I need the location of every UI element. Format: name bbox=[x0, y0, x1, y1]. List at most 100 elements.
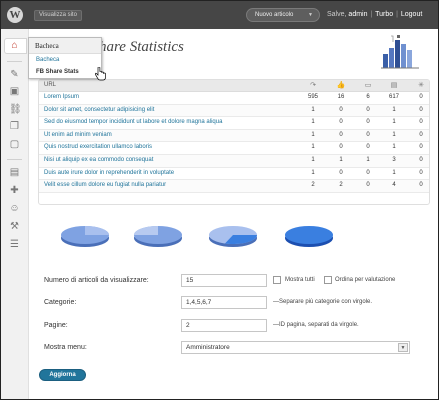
row-value: 1 bbox=[392, 144, 396, 151]
comments-icon[interactable]: ▢ bbox=[9, 139, 20, 150]
admin-sidebar bbox=[1, 29, 29, 399]
order-by-rating-checkbox[interactable] bbox=[324, 276, 332, 284]
row-value: 0 bbox=[366, 106, 370, 113]
flyout-item-dashboard[interactable]: Bacheca bbox=[29, 54, 101, 66]
row-value: 1 bbox=[392, 119, 396, 126]
users-icon[interactable]: ☺ bbox=[9, 203, 20, 214]
row-value: 2 bbox=[339, 182, 343, 189]
row-value: 1 bbox=[311, 131, 315, 138]
posts-pin-icon[interactable]: ✎ bbox=[9, 69, 20, 80]
row-value: 16 bbox=[337, 94, 345, 100]
pages-label: Pagine: bbox=[44, 322, 68, 329]
row-value: 0 bbox=[419, 169, 423, 176]
pie-chart-likes bbox=[134, 226, 182, 247]
row-value: 1 bbox=[392, 131, 396, 138]
click-icon[interactable]: ✳ bbox=[416, 81, 426, 91]
row-value: 0 bbox=[366, 169, 370, 176]
table-row: Duis aute irure dolor in reprehenderit i… bbox=[39, 168, 429, 181]
row-value: 1 bbox=[392, 169, 396, 176]
row-value: 0 bbox=[339, 131, 343, 138]
table-row: Quis nostrud exercitation ullamco labori… bbox=[39, 142, 429, 155]
row-value: 0 bbox=[419, 94, 423, 100]
new-article-label: Nuovo articolo bbox=[255, 12, 294, 18]
pages-icon[interactable]: ❐ bbox=[9, 121, 20, 132]
app-window: W Visualizza sito Nuovo articolo ▼ Salve… bbox=[0, 0, 439, 400]
pie-chart-shares bbox=[61, 226, 109, 247]
table-body: Lorem Ipsum 595 16 6 617 0 Dolor sit amet, con… bbox=[39, 92, 429, 193]
row-value: 1 bbox=[311, 169, 315, 176]
show-all-checkbox[interactable] bbox=[273, 276, 281, 284]
greeting-text: Salve, bbox=[327, 11, 347, 18]
row-url-link[interactable]: Sed do eiusmod tempor incididunt ut labo… bbox=[44, 119, 222, 125]
table-header: URL ↷ 👍 ▭ ▤ ✳ bbox=[39, 80, 429, 92]
admin-bar: W Visualizza sito Nuovo articolo ▼ Salve… bbox=[1, 1, 438, 29]
row-value: 617 bbox=[388, 94, 399, 100]
row-url-link[interactable]: Nisi ut aliquip ex ea commodo consequat bbox=[44, 157, 153, 163]
settings-icon[interactable]: ☰ bbox=[9, 239, 20, 250]
update-button[interactable]: Aggiorna bbox=[39, 369, 86, 381]
page-title: hare Statistics bbox=[99, 39, 184, 55]
like-icon[interactable]: 👍 bbox=[336, 81, 346, 91]
row-value: 3 bbox=[392, 156, 396, 163]
logout-link[interactable]: Logout bbox=[401, 11, 422, 18]
table-row: Sed do eiusmod tempor incididunt ut labo… bbox=[39, 117, 429, 130]
categories-hint: —Separare più categorie con virgole. bbox=[273, 299, 373, 305]
show-all-label: Mostra tutti bbox=[285, 277, 315, 283]
row-value: 1 bbox=[339, 156, 343, 163]
turbo-link[interactable]: Turbo bbox=[375, 11, 393, 18]
row-value: 1 bbox=[311, 144, 315, 151]
stats-table: URL ↷ 👍 ▭ ▤ ✳ Lorem Ipsum 595 16 6 617 0 Dolor… bbox=[38, 79, 430, 205]
dashboard-flyout-menu: Bacheca Bacheca FB Share Stats bbox=[28, 37, 102, 79]
row-value: 0 bbox=[339, 169, 343, 176]
new-article-button[interactable]: Nuovo articolo ▼ bbox=[246, 8, 320, 22]
dashboard-home-icon[interactable]: ⌂ bbox=[9, 40, 20, 51]
table-row: Nisi ut aliquip ex ea commodo consequat 1… bbox=[39, 154, 429, 168]
appearance-icon[interactable]: ▤ bbox=[9, 167, 20, 178]
show-menu-label: Mostra menu: bbox=[44, 344, 87, 351]
categories-input[interactable]: 1,4,5,6,7 bbox=[181, 296, 267, 309]
table-row: Velit esse cillum dolore eu fugiat nulla… bbox=[39, 180, 429, 193]
tools-icon[interactable]: ⚒ bbox=[9, 221, 20, 232]
row-value: 1 bbox=[311, 156, 315, 163]
row-value: 0 bbox=[366, 131, 370, 138]
row-url-link[interactable]: Ut enim ad minim veniam bbox=[44, 132, 112, 138]
flyout-header[interactable]: Bacheca bbox=[29, 38, 101, 54]
comment-icon[interactable]: ▭ bbox=[363, 81, 373, 91]
row-value: 0 bbox=[339, 144, 343, 151]
view-site-button[interactable]: Visualizza sito bbox=[34, 10, 82, 21]
table-row: Dolor sit amet, consectetur adipisicing … bbox=[39, 104, 429, 118]
links-icon[interactable]: ⛓ bbox=[9, 104, 22, 115]
pie-chart-comments bbox=[209, 226, 258, 247]
row-url-link[interactable]: Lorem Ipsum bbox=[44, 94, 79, 100]
user-link[interactable]: admin bbox=[348, 11, 367, 18]
share-icon[interactable]: ↷ bbox=[308, 81, 318, 91]
row-url-link[interactable]: Quis nostrud exercitation ullamco labori… bbox=[44, 144, 152, 150]
stats-logo-icon bbox=[381, 35, 419, 69]
total-icon[interactable]: ▤ bbox=[389, 81, 399, 91]
num-articles-input[interactable]: 15 bbox=[181, 274, 267, 287]
row-url-link[interactable]: Duis aute irure dolor in reprehenderit i… bbox=[44, 170, 174, 176]
show-menu-select[interactable]: Amministratore ▼ bbox=[181, 341, 410, 354]
row-value: 0 bbox=[419, 131, 423, 138]
menu-divider bbox=[7, 61, 22, 62]
flyout-item-fb-share-stats[interactable]: FB Share Stats bbox=[29, 66, 101, 78]
order-by-rating-label: Ordina per valutazione bbox=[335, 277, 396, 283]
chevron-down-icon[interactable]: ▼ bbox=[308, 9, 313, 21]
pages-hint: —ID pagina, separati da virgole. bbox=[273, 322, 359, 328]
separator: | bbox=[370, 11, 373, 18]
media-icon[interactable]: ▣ bbox=[9, 86, 20, 97]
url-column-header[interactable]: URL bbox=[44, 82, 56, 88]
pages-input[interactable]: 2 bbox=[181, 319, 267, 332]
row-url-link[interactable]: Dolor sit amet, consectetur adipisicing … bbox=[44, 107, 154, 113]
num-articles-label: Numero di articoli da visualizzare: bbox=[44, 277, 149, 284]
chevron-down-icon[interactable]: ▼ bbox=[398, 343, 408, 352]
row-url-link[interactable]: Velit esse cillum dolore eu fugiat nulla… bbox=[44, 182, 166, 188]
row-value: 0 bbox=[419, 182, 423, 189]
menu-divider bbox=[7, 159, 22, 160]
row-value: 0 bbox=[419, 156, 423, 163]
row-value: 4 bbox=[392, 182, 396, 189]
show-menu-value: Amministratore bbox=[186, 344, 230, 351]
row-value: 1 bbox=[366, 156, 370, 163]
plugins-icon[interactable]: ✚ bbox=[9, 185, 20, 196]
wordpress-logo-icon[interactable]: W bbox=[7, 7, 23, 23]
